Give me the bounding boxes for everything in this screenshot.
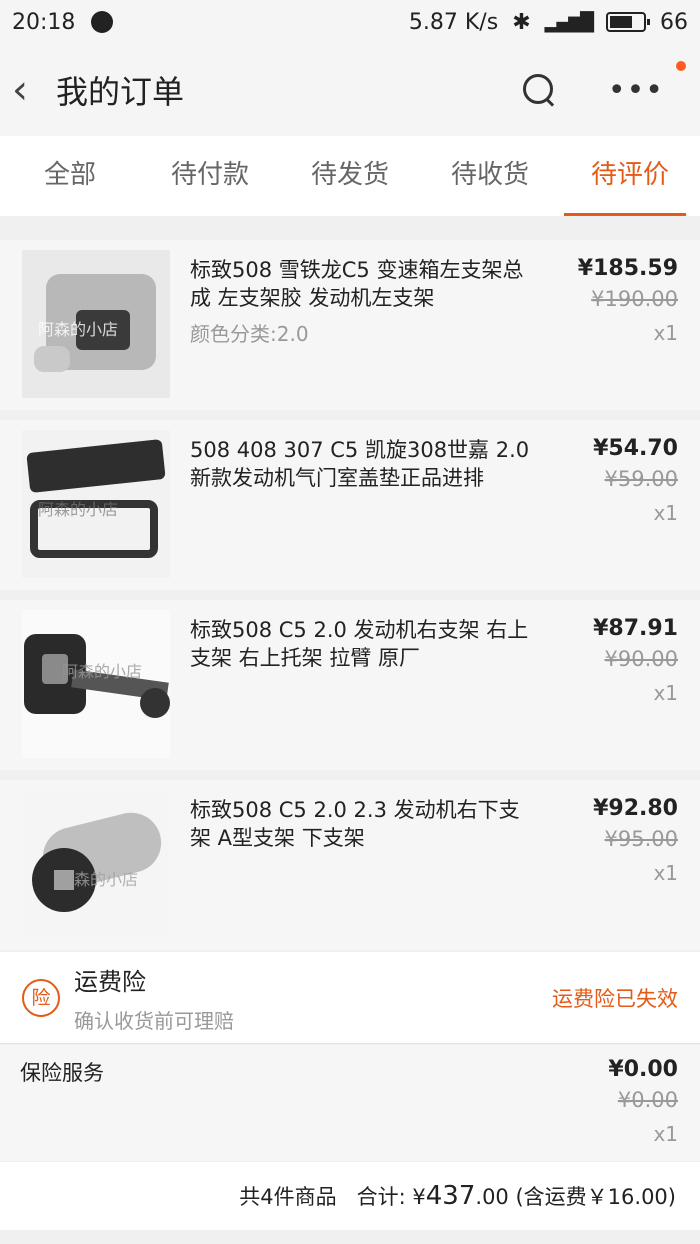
product-price: ¥54.70 <box>593 436 678 461</box>
more-icon[interactable]: ••• <box>608 60 686 108</box>
search-icon[interactable] <box>522 73 556 107</box>
battery-icon <box>606 12 650 32</box>
tab-pending-payment[interactable]: 待付款 <box>140 136 280 216</box>
product-image: 阿森的小店 <box>22 250 170 398</box>
order-summary: 共4件商品 合计: ¥437.00 (含运费￥16.00) <box>0 1162 700 1230</box>
product-quantity: x1 <box>653 681 678 705</box>
insurance-service-title: 保险服务 <box>20 1061 104 1085</box>
insurance-service-price: ¥0.00 <box>608 1057 678 1082</box>
product-quantity: x1 <box>653 501 678 525</box>
nav-bar: ‹ 我的订单 ••• <box>0 44 700 136</box>
bottom-edge <box>0 1230 700 1244</box>
freight-insurance-row[interactable]: 险 运费险 确认收货前可理赔 运费险已失效 <box>0 952 700 1044</box>
back-icon[interactable]: ‹ <box>12 70 48 110</box>
product-name: 标致508 C5 2.0 2.3 发动机右下支架 A型支架 下支架 <box>190 798 520 850</box>
tab-pending-review[interactable]: 待评价 <box>560 136 700 216</box>
item-count: 共4件商品 <box>239 1185 337 1209</box>
tab-all[interactable]: 全部 <box>0 136 140 216</box>
battery-level: 66 <box>660 9 688 35</box>
shipping-note: (含运费￥16.00) <box>515 1185 676 1209</box>
total-amount: 合计: ¥437.00 (含运费￥16.00) <box>356 1181 676 1211</box>
status-bar: 20:18 5.87 K/s ✱ ▂▄▆█ 66 <box>0 0 700 44</box>
freight-insurance-subtitle: 确认收货前可理赔 <box>74 1008 234 1033</box>
watermark: 阿森的小店 <box>58 870 139 889</box>
product-quantity: x1 <box>653 321 678 345</box>
freight-insurance-title: 运费险 <box>74 967 146 996</box>
order-tabs: 全部 待付款 待发货 待收货 待评价 <box>0 136 700 216</box>
tab-pending-receipt[interactable]: 待收货 <box>420 136 560 216</box>
insurance-icon: 险 <box>22 978 60 1017</box>
order-item[interactable]: 阿森的小店 标致508 C5 2.0 2.3 发动机右下支架 A型支架 下支架 … <box>0 780 700 950</box>
notification-icon <box>91 11 114 33</box>
order-item[interactable]: 阿森的小店 标致508 雪铁龙C5 变速箱左支架总成 左支架胶 发动机左支架 颜… <box>0 240 700 410</box>
signal-icon: ▂▄▆█ <box>544 11 594 33</box>
product-original-price: ¥190.00 <box>591 287 678 311</box>
product-price: ¥92.80 <box>593 796 678 821</box>
page-title: 我的订单 <box>56 73 185 111</box>
product-name: 标致508 C5 2.0 发动机右支架 右上支架 右上托架 拉臂 原厂 <box>190 618 529 670</box>
product-original-price: ¥59.00 <box>604 467 678 491</box>
product-price: ¥185.59 <box>577 256 678 281</box>
product-name: 508 408 307 C5 凯旋308世嘉 2.0新款发动机气门室盖垫正品进排 <box>190 438 530 490</box>
product-image: 阿森的小店 <box>22 610 170 758</box>
order-item[interactable]: 阿森的小店 508 408 307 C5 凯旋308世嘉 2.0新款发动机气门室… <box>0 420 700 590</box>
bluetooth-icon: ✱ <box>512 9 531 35</box>
order-item[interactable]: 阿森的小店 标致508 C5 2.0 发动机右支架 右上支架 右上托架 拉臂 原… <box>0 600 700 770</box>
product-image: 阿森的小店 <box>22 790 170 938</box>
product-original-price: ¥95.00 <box>604 827 678 851</box>
product-quantity: x1 <box>653 861 678 885</box>
watermark: 阿森的小店 <box>62 662 143 681</box>
notification-dot <box>676 60 686 71</box>
product-price: ¥87.91 <box>593 616 678 641</box>
product-name: 标致508 雪铁龙C5 变速箱左支架总成 左支架胶 发动机左支架 <box>190 258 524 310</box>
watermark: 阿森的小店 <box>38 500 119 519</box>
status-time: 20:18 <box>12 9 76 35</box>
insurance-service-quantity: x1 <box>653 1122 678 1146</box>
product-sku: 颜色分类:2.0 <box>190 322 309 346</box>
insurance-service-row[interactable]: 保险服务 ¥0.00 ¥0.00 x1 <box>0 1045 700 1161</box>
insurance-service-original-price: ¥0.00 <box>617 1088 678 1112</box>
product-image: 阿森的小店 <box>22 430 170 578</box>
freight-insurance-status: 运费险已失效 <box>552 986 678 1011</box>
network-speed: 5.87 K/s <box>408 9 499 35</box>
product-original-price: ¥90.00 <box>604 647 678 671</box>
watermark: 阿森的小店 <box>38 320 119 339</box>
tab-pending-shipment[interactable]: 待发货 <box>280 136 420 216</box>
